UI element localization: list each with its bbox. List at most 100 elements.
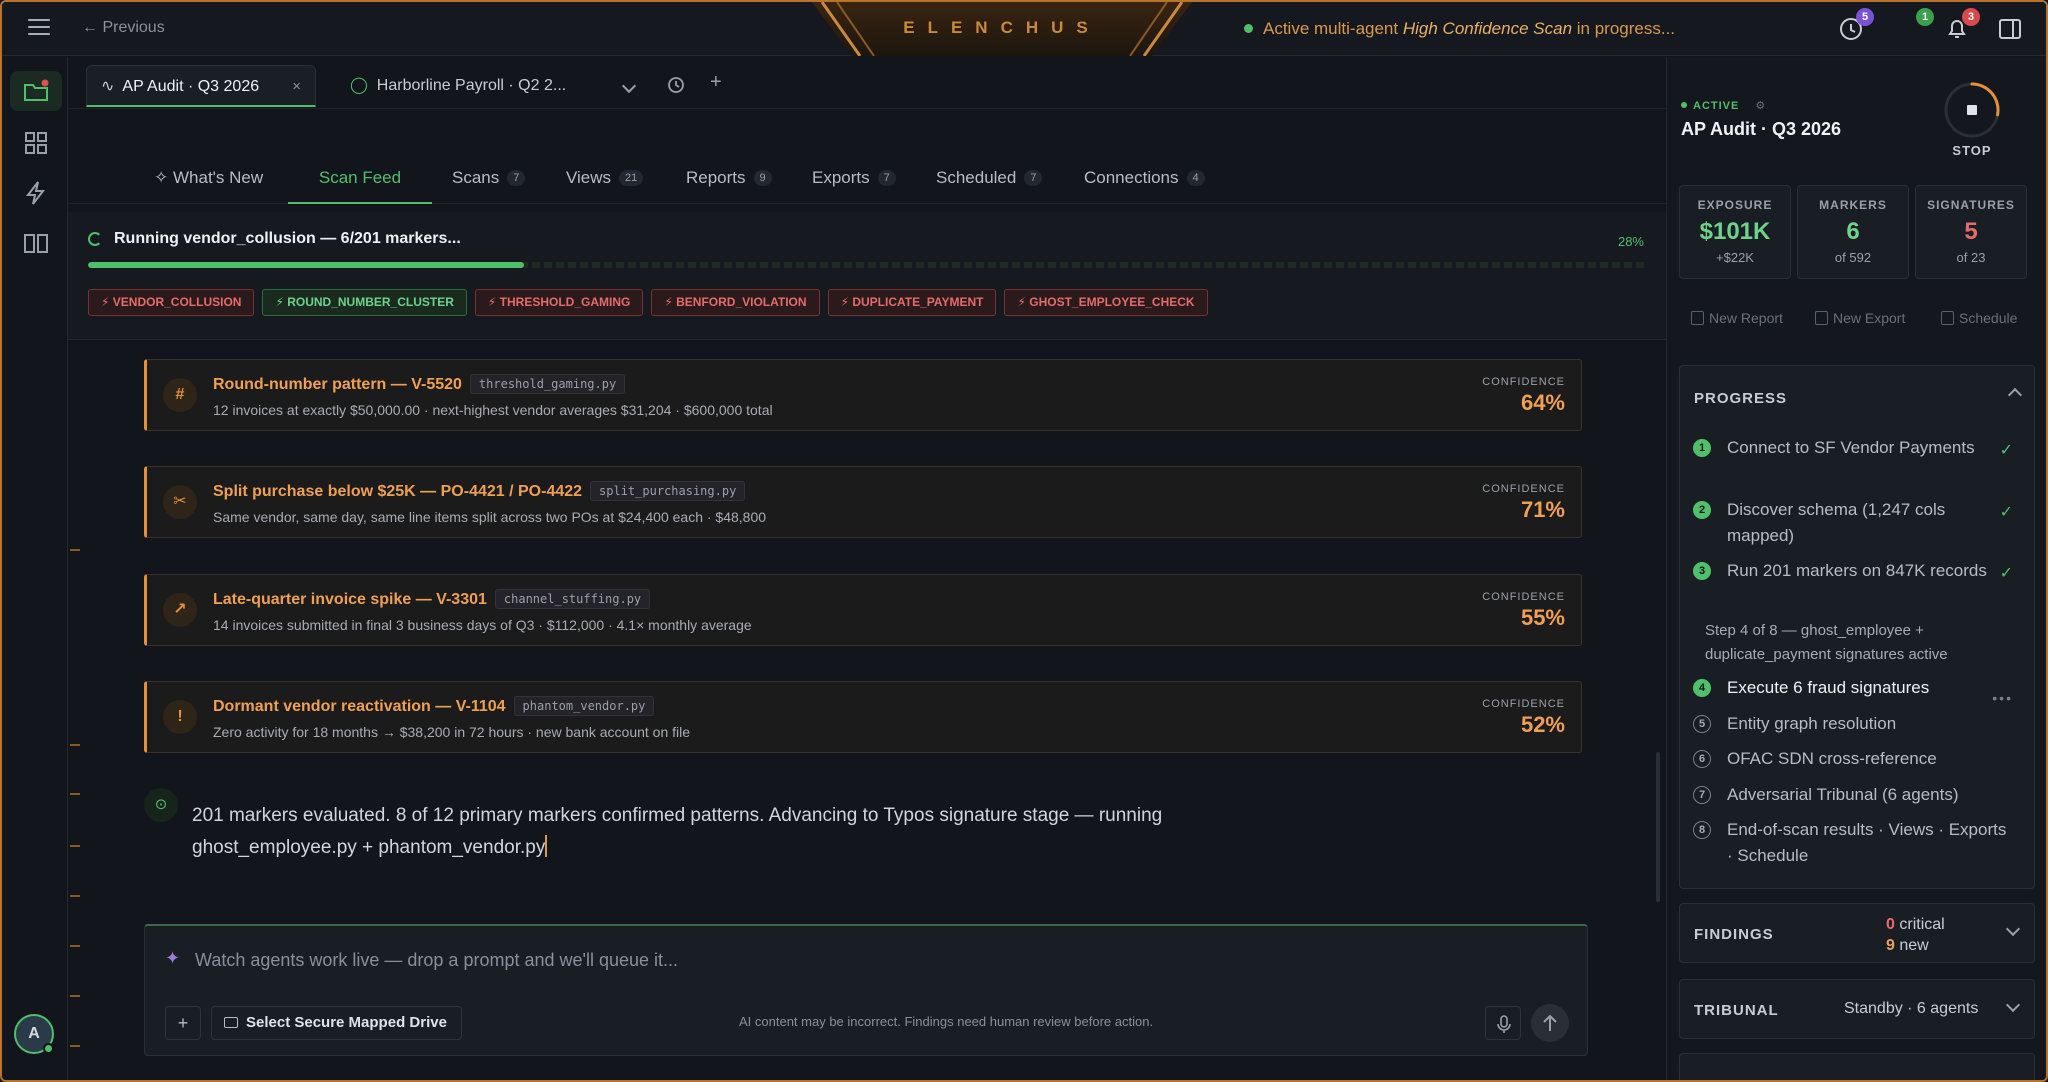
typing-caret (545, 835, 548, 857)
prompt-input[interactable] (195, 946, 1495, 974)
microphone-button[interactable] (1485, 1006, 1521, 1040)
send-button[interactable] (1531, 1004, 1569, 1042)
tab-exports[interactable]: Exports 7 (812, 168, 896, 204)
chip-threshold-gaming[interactable]: ⚡ THRESHOLD_GAMING (474, 289, 644, 316)
confidence-label: CONFIDENCE (1482, 591, 1565, 603)
tab-label: Connections (1084, 168, 1179, 187)
step-label: End-of-scan results · Views · Exports · … (1727, 820, 2007, 865)
tab-views[interactable]: Views 21 (566, 168, 644, 204)
scroll-tick (70, 845, 80, 847)
chevron-down-icon[interactable] (2005, 921, 2021, 937)
finding-file[interactable]: phantom_vendor.py (513, 696, 655, 716)
findings-panel[interactable]: FINDINGS 0 critical 9 new (1679, 903, 2035, 963)
doc-tab-ap-audit[interactable]: ∿ AP Audit · Q3 2026 × (86, 65, 316, 107)
stat-value: 6 (1846, 218, 1860, 245)
chip-duplicate-payment[interactable]: ⚡ DUPLICATE_PAYMENT (827, 289, 997, 316)
chip-round-number-cluster[interactable]: ⚡ ROUND_NUMBER_CLUSTER (262, 289, 467, 316)
restore-icon[interactable] (666, 75, 686, 100)
doc-tab-label: AP Audit · Q3 2026 (122, 78, 260, 95)
findings-summary: 0 critical 9 new (1886, 914, 1945, 956)
marker-chips: ⚡ VENDOR_COLLUSION ⚡ ROUND_NUMBER_CLUSTER… (88, 289, 1216, 317)
status-dot (1244, 24, 1253, 33)
step-label: Entity graph resolution (1727, 714, 1897, 733)
file-plus-icon (1691, 311, 1704, 325)
confidence-value: 71% (1520, 497, 1565, 522)
finding-card[interactable]: ↗ Late-quarter invoice spike — V-3301 cha… (144, 574, 1582, 646)
step-label: Connect to SF Vendor Payments (1727, 438, 1975, 457)
step-number: 7 (1693, 786, 1711, 804)
add-attachment-button[interactable]: + (165, 1006, 201, 1040)
tab-reports[interactable]: Reports 9 (686, 168, 772, 204)
stat-sub: +$22K (1716, 250, 1754, 265)
step-label: Adversarial Tribunal (6 agents) (1727, 785, 1959, 804)
collapsed-panel[interactable] (1679, 1053, 2035, 1080)
finding-detail: 14 invoices submitted in final 3 busines… (213, 617, 752, 633)
progress-step-8: 8 End-of-scan results · Views · Exports ·… (1693, 817, 2013, 869)
bell-icon[interactable]: 3 (1944, 8, 1980, 42)
add-tab-icon[interactable]: + (710, 71, 722, 94)
chevron-up-icon[interactable] (2007, 387, 2023, 403)
tab-count: 7 (877, 170, 896, 186)
finding-card[interactable]: ✂ Split purchase below $25K — PO-4421 / … (144, 466, 1582, 538)
avatar[interactable]: A (14, 1014, 54, 1054)
loading-dots-icon: ••• (1992, 690, 2013, 706)
tab-connections[interactable]: Connections 4 (1084, 168, 1205, 204)
status-suffix: in progress... (1576, 19, 1676, 38)
feed-scrollbar[interactable] (1656, 752, 1660, 902)
new-report-button[interactable]: New Report (1687, 303, 1783, 333)
previous-button[interactable]: ← Previous (82, 19, 165, 37)
finding-card[interactable]: ! Dormant vendor reactivation — V-1104 ph… (144, 681, 1582, 753)
online-indicator (43, 1043, 54, 1054)
stat-label: EXPOSURE (1697, 198, 1773, 212)
finding-title: Round-number pattern — V-5520 threshold_g… (213, 374, 626, 394)
agents-icon[interactable]: 1 (1904, 8, 1934, 42)
tab-scan-feed[interactable]: Scan Feed (288, 168, 432, 204)
status-dot (1681, 102, 1687, 108)
schedule-button[interactable]: Schedule (1937, 303, 2017, 333)
finding-file[interactable]: channel_stuffing.py (494, 589, 651, 609)
finding-file[interactable]: threshold_gaming.py (469, 374, 626, 394)
new-export-button[interactable]: New Export (1811, 303, 1905, 333)
tab-label: Reports (686, 168, 746, 187)
progress-step-7: 7 Adversarial Tribunal (6 agents) (1693, 782, 2013, 808)
critical-label: critical (1899, 916, 1945, 933)
new-label: new (1899, 937, 1929, 954)
lightning-icon[interactable] (22, 179, 50, 207)
gear-icon[interactable]: ⚙ (1755, 100, 1766, 112)
check-circle-icon: ◯ (350, 77, 368, 94)
finding-card[interactable]: # Round-number pattern — V-5520 threshold… (144, 359, 1582, 431)
stop-button[interactable] (1943, 81, 2001, 139)
book-icon[interactable] (22, 229, 50, 257)
folder-open-icon[interactable] (22, 77, 50, 105)
doc-tab-harborline[interactable]: ◯ Harborline Payroll · Q2 2... (336, 65, 656, 107)
progress-substep: Step 4 of 8 — ghost_employee + duplicate… (1705, 622, 1948, 663)
running-title: Running vendor_collusion — 6/201 markers… (114, 230, 461, 247)
chip-ghost-employee-check[interactable]: ⚡ GHOST_EMPLOYEE_CHECK (1004, 289, 1208, 316)
chip-vendor-collusion[interactable]: ⚡ VENDOR_COLLUSION (88, 289, 255, 316)
action-label: New Report (1709, 310, 1783, 326)
chevron-down-icon[interactable] (2005, 997, 2021, 1013)
grid-icon[interactable] (22, 129, 50, 157)
agents-badge: 1 (1916, 8, 1934, 26)
drive-label: Select Secure Mapped Drive (246, 1014, 447, 1031)
tab-label: Scan Feed (318, 168, 402, 187)
panel-toggle-icon[interactable] (1997, 16, 2023, 42)
tribunal-panel[interactable]: TRIBUNAL Standby · 6 agents (1679, 979, 2035, 1039)
confidence-value: 52% (1520, 712, 1565, 737)
tab-whats-new[interactable]: ✧ What's New (154, 168, 263, 204)
tab-scans[interactable]: Scans 7 (452, 168, 526, 204)
chip-benford-violation[interactable]: ⚡ BENFORD_VIOLATION (651, 289, 820, 316)
check-icon: ✓ (1999, 442, 2013, 459)
status-prefix: Active multi-agent (1263, 19, 1399, 38)
calendar-icon (1941, 311, 1954, 325)
select-drive-button[interactable]: Select Secure Mapped Drive (211, 1006, 462, 1040)
finding-title-text: Dormant vendor reactivation — V-1104 (213, 698, 506, 715)
spinner-icon (88, 232, 102, 246)
finding-file[interactable]: split_purchasing.py (590, 481, 746, 501)
close-icon[interactable]: × (292, 66, 301, 108)
document-tabs: ∿ AP Audit · Q3 2026 × ◯ Harborline Payr… (68, 57, 1666, 109)
tab-scheduled[interactable]: Scheduled 7 (936, 168, 1043, 204)
menu-icon[interactable] (28, 19, 50, 37)
history-icon[interactable]: 5 (1838, 8, 1874, 42)
findings-panel-title: FINDINGS (1694, 926, 1774, 943)
